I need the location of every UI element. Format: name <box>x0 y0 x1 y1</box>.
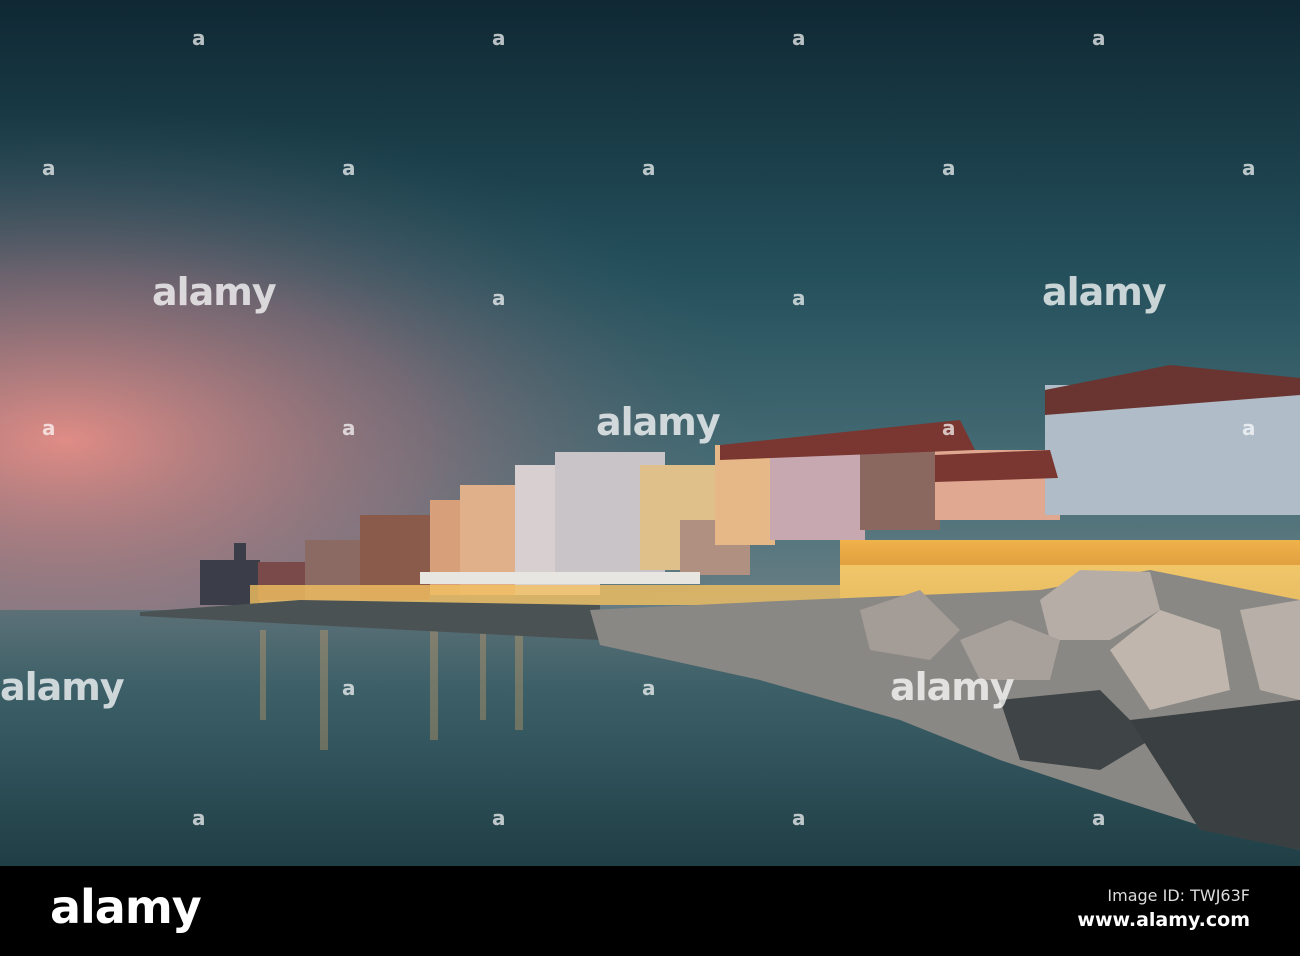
stock-photo: alamy alamy alamy alamy alamy a a a a a … <box>0 0 1300 866</box>
watermark-glyph: a <box>492 286 506 310</box>
footer-bar: alamy Image ID: TWJ63F www.alamy.com <box>0 866 1300 956</box>
watermark-logo: alamy <box>890 665 1015 709</box>
watermark-glyph: a <box>792 26 806 50</box>
watermark-glyph: a <box>1092 806 1106 830</box>
watermark-glyph: a <box>1092 26 1106 50</box>
watermark-glyph: a <box>1242 156 1256 180</box>
watermark-glyph: a <box>492 26 506 50</box>
watermark-glyph: a <box>642 156 656 180</box>
watermark-glyph: a <box>792 286 806 310</box>
watermark-glyph: a <box>942 416 956 440</box>
watermark-glyph: a <box>42 416 56 440</box>
alamy-logo: alamy <box>50 880 202 934</box>
watermark-glyph: a <box>342 676 356 700</box>
watermark-logo: alamy <box>0 665 125 709</box>
watermark-logo: alamy <box>596 400 721 444</box>
watermark-glyph: a <box>342 416 356 440</box>
watermark-glyph: a <box>192 806 206 830</box>
watermark-glyph: a <box>642 676 656 700</box>
watermark-logo: alamy <box>1042 270 1167 314</box>
watermark-glyph: a <box>942 156 956 180</box>
watermark-logo: alamy <box>152 270 277 314</box>
watermark-glyph: a <box>42 156 56 180</box>
watermark-glyph: a <box>342 156 356 180</box>
watermark-glyph: a <box>792 806 806 830</box>
site-url: www.alamy.com <box>1077 909 1250 931</box>
watermark-glyph: a <box>492 806 506 830</box>
watermark-glyph: a <box>1242 416 1256 440</box>
image-id: Image ID: TWJ63F <box>1107 886 1250 905</box>
watermark-glyph: a <box>192 26 206 50</box>
